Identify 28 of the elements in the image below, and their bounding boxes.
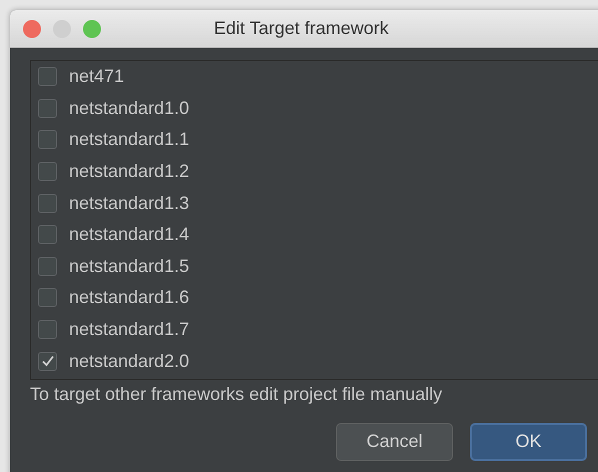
framework-label: netstandard1.4 — [69, 224, 190, 246]
checkbox[interactable] — [38, 320, 57, 340]
hint-text: To target other frameworks edit project file manually — [30, 384, 444, 405]
framework-label: net471 — [69, 66, 124, 88]
window-title: Edit Target framework — [214, 18, 389, 39]
checkbox[interactable] — [38, 67, 57, 86]
framework-label: netstandard1.7 — [69, 319, 190, 340]
ok-button[interactable]: OK — [470, 422, 587, 461]
checkbox[interactable] — [38, 225, 57, 244]
close-icon[interactable] — [23, 20, 41, 38]
checkbox[interactable] — [38, 256, 57, 276]
checkbox[interactable] — [38, 288, 57, 308]
checkbox[interactable] — [38, 130, 57, 150]
framework-label: netstandard2.0 — [69, 350, 190, 372]
zoom-icon[interactable] — [83, 20, 101, 38]
framework-label: netstandard1.6 — [69, 287, 190, 308]
framework-label: netstandard1.3 — [69, 192, 190, 214]
framework-label: netstandard1.0 — [69, 98, 190, 119]
checkbox[interactable] — [38, 162, 57, 182]
framework-label: netstandard1.5 — [69, 256, 190, 277]
check-icon — [40, 354, 54, 368]
checkbox[interactable] — [38, 98, 57, 118]
minimize-icon[interactable] — [53, 20, 71, 38]
checkbox[interactable] — [38, 194, 57, 213]
checkbox[interactable] — [38, 352, 57, 371]
framework-label: netstandard1.2 — [69, 161, 190, 182]
cancel-button[interactable]: Cancel — [336, 422, 453, 461]
framework-label: netstandard1.1 — [69, 129, 190, 150]
